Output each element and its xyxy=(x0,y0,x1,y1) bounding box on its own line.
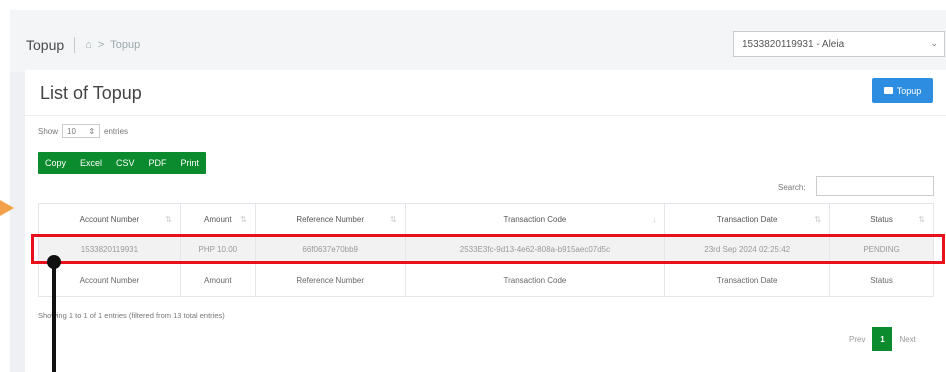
sort-icon: ⇅ xyxy=(918,214,925,224)
csv-button[interactable]: CSV xyxy=(109,152,142,174)
next-button[interactable]: Next xyxy=(892,327,922,351)
account-select[interactable]: 1533820119931 - Aleia ⌄ xyxy=(733,31,945,57)
table-footer-row: Account Number Amount Reference Number T… xyxy=(38,263,934,297)
pointer-arrow-icon xyxy=(0,200,14,216)
search-input[interactable] xyxy=(816,176,934,196)
pdf-button[interactable]: PDF xyxy=(142,152,174,174)
breadcrumb-divider xyxy=(74,37,76,53)
annotation-line xyxy=(52,266,56,372)
prev-button[interactable]: Prev xyxy=(842,327,872,351)
page-button-1[interactable]: 1 xyxy=(872,327,893,351)
topup-button[interactable]: Topup xyxy=(872,78,933,103)
wallet-icon xyxy=(883,87,893,94)
column-header-amount[interactable]: Amount ⇅ xyxy=(179,203,256,235)
page-title: Topup xyxy=(26,37,65,53)
sort-icon: ⇅ xyxy=(814,214,822,224)
chevron-right-icon: > xyxy=(97,39,105,51)
column-header-account-number[interactable]: Account Number ⇅ xyxy=(38,203,181,235)
footer-status: Status xyxy=(829,263,934,297)
table-header-row: Account Number ⇅ Amount ⇅ Reference Number… xyxy=(38,203,934,235)
home-icon[interactable]: ⌂ xyxy=(85,39,92,51)
pagination: Prev 1 Next xyxy=(842,327,923,351)
sort-icon: ⇅ xyxy=(240,214,247,224)
page-length-select[interactable]: 10 ⇕ xyxy=(62,124,101,138)
column-header-status[interactable]: Status ⇅ xyxy=(829,203,934,235)
print-button[interactable]: Print xyxy=(174,152,207,174)
sort-icon: ⇅ xyxy=(165,214,172,224)
footer-reference-number: Reference Number xyxy=(254,263,406,297)
excel-button[interactable]: Excel xyxy=(73,152,109,174)
card-divider xyxy=(25,115,946,116)
card-title: List of Topup xyxy=(40,83,142,103)
footer-account-number: Account Number xyxy=(38,263,181,297)
copy-button[interactable]: Copy xyxy=(38,152,73,174)
length-menu: Show 10 ⇕ entries xyxy=(38,124,128,138)
page-length-value: 10 xyxy=(67,126,76,136)
breadcrumb-current: Topup xyxy=(110,39,141,51)
column-header-transaction-date[interactable]: Transaction Date ⇅ xyxy=(664,203,831,235)
search-label: Search: xyxy=(778,183,806,192)
column-header-transaction-code[interactable]: Transaction Code ↓ xyxy=(404,203,666,235)
sort-desc-icon: ↓ xyxy=(652,214,657,224)
footer-transaction-code: Transaction Code xyxy=(404,263,666,297)
sort-arrows-icon: ⇕ xyxy=(88,126,96,136)
row-highlight-box xyxy=(31,234,945,264)
sort-icon: ⇅ xyxy=(389,214,397,224)
footer-transaction-date: Transaction Date xyxy=(664,263,831,297)
account-select-value: 1533820119931 - Aleia xyxy=(742,38,845,50)
footer-amount: Amount xyxy=(179,263,256,297)
column-header-reference-number[interactable]: Reference Number ⇅ xyxy=(254,203,406,235)
length-menu-suffix: entries xyxy=(104,126,129,136)
breadcrumb: Topup ⌂ > Topup xyxy=(26,36,140,54)
table-info: Showing 1 to 1 of 1 entries (filtered fr… xyxy=(38,311,225,320)
export-button-group: Copy Excel CSV PDF Print xyxy=(38,152,207,174)
chevron-down-icon: ⌄ xyxy=(930,38,938,48)
length-menu-prefix: Show xyxy=(38,126,59,136)
topup-button-label: Topup xyxy=(896,85,922,96)
